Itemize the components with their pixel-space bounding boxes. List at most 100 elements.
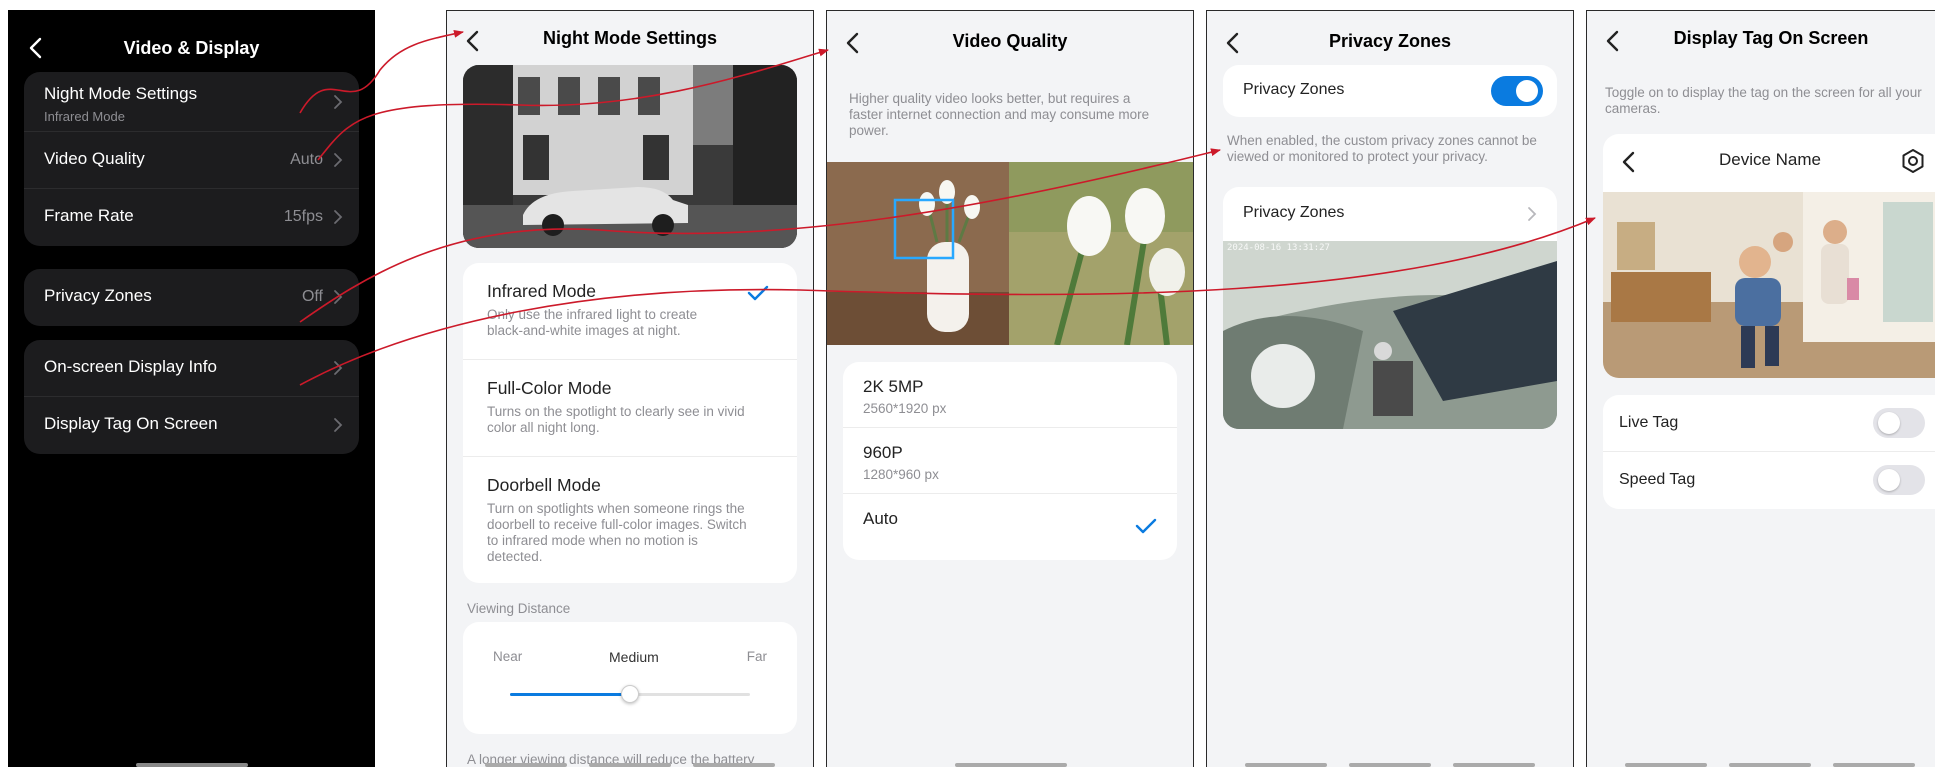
mode-name: Full-Color Mode bbox=[487, 378, 612, 398]
fisheye-room-photo bbox=[1223, 241, 1557, 429]
mode-desc: Turns on the spotlight to clearly see in… bbox=[487, 404, 745, 435]
privacy-zones-screen: Privacy Zones Privacy Zones When enabled… bbox=[1206, 10, 1574, 767]
live-tag-toggle[interactable] bbox=[1873, 408, 1925, 438]
quality-option[interactable]: Auto bbox=[843, 494, 1177, 560]
video-display-screen: Video & Display Night Mode Settings Infr… bbox=[8, 10, 375, 767]
page-title: Video Quality bbox=[952, 31, 1068, 51]
privacy-description: When enabled, the custom privacy zones c… bbox=[1227, 133, 1537, 164]
home-indicator bbox=[693, 763, 775, 767]
privacy-zones-card: Privacy Zones 2024-08-16 13:31:27 bbox=[1223, 187, 1557, 429]
gear-icon[interactable] bbox=[1899, 147, 1927, 175]
device-preview-card: Device Name bbox=[1603, 134, 1935, 378]
mode-desc: Only use the infrared light to create bl… bbox=[487, 307, 698, 338]
camera-feed-image: 2024-08-16 13:31:27 bbox=[1223, 241, 1557, 429]
settings-group-display: On-screen Display Info Display Tag On Sc… bbox=[24, 340, 359, 454]
privacy-toggle-label: Privacy Zones bbox=[1243, 81, 1345, 98]
chevron-right-icon bbox=[334, 418, 343, 432]
quality-resolution: 1280*960 px bbox=[863, 467, 939, 482]
home-indicator bbox=[1833, 763, 1915, 767]
checkmark-icon bbox=[1135, 518, 1157, 534]
night-mode-settings-row[interactable]: Night Mode Settings Infrared Mode bbox=[24, 72, 359, 132]
display-tag-label: Display Tag On Screen bbox=[44, 414, 218, 433]
page-title: Privacy Zones bbox=[1328, 31, 1452, 51]
medium-label: Medium bbox=[609, 649, 659, 665]
video-quality-value: Auto bbox=[290, 151, 323, 168]
mode-name: Doorbell Mode bbox=[487, 475, 601, 495]
tag-row: Live Tag bbox=[1603, 395, 1935, 452]
tulips-photo bbox=[827, 162, 1193, 346]
frame-rate-value: 15fps bbox=[283, 208, 323, 225]
distance-slider-fill bbox=[510, 693, 630, 696]
page-title: Night Mode Settings bbox=[543, 28, 717, 48]
far-label: Far bbox=[746, 649, 767, 664]
toggle-knob bbox=[1878, 469, 1900, 491]
chevron-right-icon bbox=[334, 210, 343, 224]
video-quality-row[interactable]: Video Quality Auto bbox=[24, 132, 359, 189]
distance-slider-track[interactable] bbox=[510, 685, 750, 703]
night-mode-screen: Night Mode Settings Infrared Mode Only u… bbox=[446, 10, 814, 767]
feed-timestamp: 2024-08-16 13:31:27 bbox=[1227, 243, 1330, 253]
quality-name: 2K 5MP bbox=[863, 377, 924, 396]
tag-name: Live Tag bbox=[1619, 414, 1679, 431]
osd-info-label: On-screen Display Info bbox=[44, 357, 217, 376]
quality-description: Higher quality video looks better, but r… bbox=[849, 91, 1150, 138]
tag-name: Speed Tag bbox=[1619, 471, 1696, 488]
near-label: Near bbox=[493, 649, 523, 664]
device-name: Device Name bbox=[1718, 150, 1822, 169]
family-hallway-photo bbox=[1603, 192, 1935, 378]
quality-options: 2K 5MP 2560*1920 px 960P 1280*960 px Aut… bbox=[843, 362, 1177, 560]
mode-option[interactable]: Full-Color Mode Turns on the spotlight t… bbox=[463, 360, 797, 457]
quality-resolution: 2560*1920 px bbox=[863, 401, 947, 416]
privacy-zones-link[interactable]: Privacy Zones bbox=[1223, 187, 1557, 241]
mode-option[interactable]: Doorbell Mode Turn on spotlights when so… bbox=[463, 457, 797, 583]
privacy-zones-value: Off bbox=[301, 288, 323, 305]
quality-name: Auto bbox=[863, 509, 898, 528]
chevron-right-icon bbox=[334, 95, 343, 109]
quality-name: 960P bbox=[863, 443, 903, 462]
camera-preview-image bbox=[1603, 192, 1935, 378]
privacy-link-label: Privacy Zones bbox=[1243, 204, 1345, 221]
display-tag-screen: Display Tag On Screen Toggle on to displ… bbox=[1586, 10, 1935, 767]
home-indicator bbox=[589, 763, 671, 767]
privacy-toggle-row: Privacy Zones bbox=[1223, 65, 1557, 117]
quality-option[interactable]: 2K 5MP 2560*1920 px bbox=[843, 362, 1177, 428]
home-indicator bbox=[1245, 763, 1327, 767]
privacy-zones-toggle[interactable] bbox=[1491, 76, 1543, 106]
distance-slider-handle[interactable] bbox=[621, 685, 639, 703]
tag-row: Speed Tag bbox=[1603, 452, 1935, 509]
night-mode-sub: Infrared Mode bbox=[44, 109, 125, 124]
privacy-zones-row[interactable]: Privacy Zones Off bbox=[24, 269, 359, 326]
page-title: Display Tag On Screen bbox=[1673, 28, 1869, 48]
settings-group-privacy: Privacy Zones Off bbox=[24, 269, 359, 326]
display-tag-description: Toggle on to display the tag on the scre… bbox=[1605, 85, 1922, 116]
home-indicator bbox=[1453, 763, 1535, 767]
speed-tag-toggle[interactable] bbox=[1873, 465, 1925, 495]
viewing-distance-card: Near Medium Far bbox=[463, 622, 797, 734]
checkmark-icon bbox=[747, 285, 769, 301]
night-mode-label: Night Mode Settings bbox=[44, 84, 198, 103]
osd-info-row[interactable]: On-screen Display Info bbox=[24, 340, 359, 397]
quality-option[interactable]: 960P 1280*960 px bbox=[843, 428, 1177, 494]
home-indicator bbox=[955, 763, 1067, 767]
video-quality-screen: Video Quality Higher quality video looks… bbox=[826, 10, 1194, 767]
display-tag-row[interactable]: Display Tag On Screen bbox=[24, 397, 359, 454]
settings-group-video: Night Mode Settings Infrared Mode Video … bbox=[24, 72, 359, 246]
toggle-knob bbox=[1878, 412, 1900, 434]
page-title: Video & Display bbox=[123, 38, 260, 58]
home-indicator bbox=[485, 763, 567, 767]
toggle-knob bbox=[1516, 80, 1538, 102]
home-indicator bbox=[1729, 763, 1811, 767]
chevron-right-icon bbox=[334, 361, 343, 375]
viewing-distance-label: Viewing Distance bbox=[467, 601, 571, 616]
mode-option[interactable]: Infrared Mode Only use the infrared ligh… bbox=[463, 263, 797, 360]
night-mode-options: Infrared Mode Only use the infrared ligh… bbox=[463, 263, 797, 583]
frame-rate-row[interactable]: Frame Rate 15fps bbox=[24, 189, 359, 246]
chevron-right-icon bbox=[1528, 207, 1537, 221]
frame-rate-label: Frame Rate bbox=[44, 206, 134, 225]
chevron-right-icon bbox=[334, 153, 343, 167]
mode-name: Infrared Mode bbox=[487, 281, 596, 301]
video-quality-label: Video Quality bbox=[44, 149, 145, 168]
home-indicator bbox=[136, 763, 248, 767]
mode-desc: Turn on spotlights when someone rings th… bbox=[487, 501, 747, 564]
night-preview-image bbox=[463, 65, 797, 248]
